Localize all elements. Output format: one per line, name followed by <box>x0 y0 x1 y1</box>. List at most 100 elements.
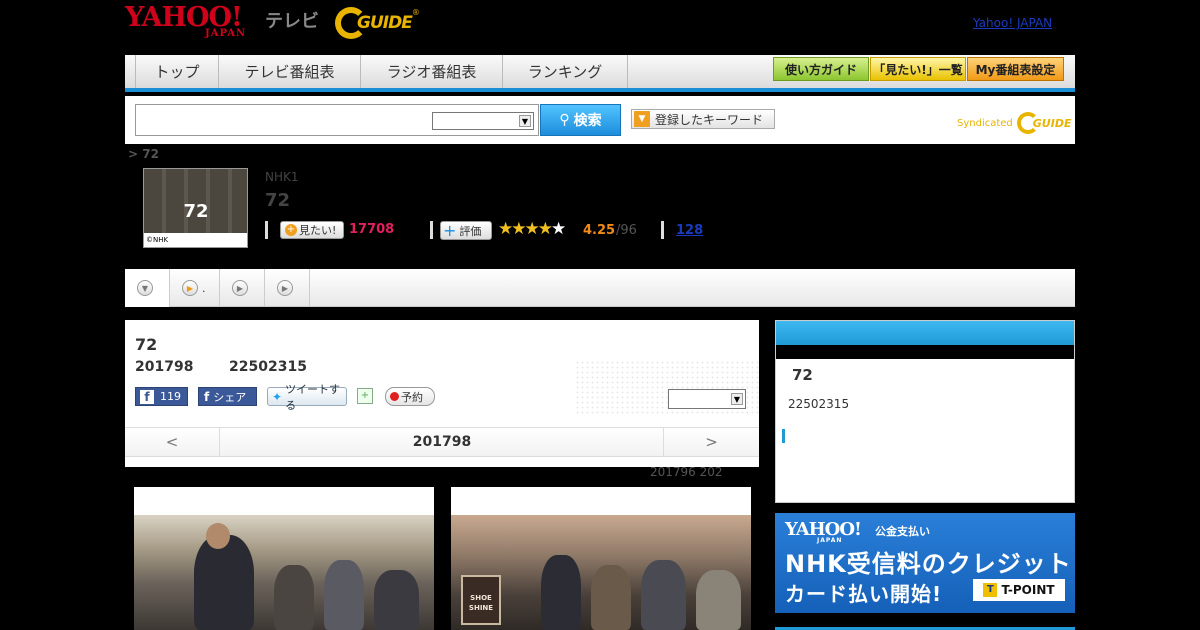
tpoint-icon: T <box>983 583 998 597</box>
related-dates-note: 201796 202 <box>650 465 723 479</box>
play-icon: ▶ <box>232 280 248 296</box>
tweet-label: ツイートする <box>285 382 341 412</box>
bookmark-add-icon[interactable]: + <box>357 388 373 404</box>
tv-label[interactable]: テレビ <box>265 7 319 33</box>
saved-keywords-button[interactable]: ▼ 登録したキーワード <box>631 109 775 129</box>
gguide-registered-mark: ® <box>411 8 420 17</box>
nav-tab-tv-listings[interactable]: テレビ番組表 <box>219 55 361 88</box>
channel-name: NHK1 <box>265 170 299 184</box>
episode-photo-card[interactable] <box>134 487 434 630</box>
review-count-link[interactable]: 128 <box>676 223 703 238</box>
rating-score: 4.25 <box>583 223 616 238</box>
tab-episodes-label: . <box>202 281 206 295</box>
play-icon: ▶ <box>182 280 198 296</box>
twitter-bird-icon: ✦ <box>272 389 283 404</box>
episode-photo <box>134 515 434 630</box>
plus-icon: + <box>285 224 297 236</box>
tab-related[interactable]: ▶ <box>220 269 265 307</box>
photo-figure <box>696 570 741 630</box>
ad-yahoo-japan-subtext: JAPAN <box>817 537 843 544</box>
side-panel-header <box>776 321 1074 345</box>
thumbnail-title: 72 hours <box>167 201 225 247</box>
syndicated-gguide-logo: Syndicated GUIDE <box>957 112 1071 134</box>
facebook-icon: f <box>140 389 154 404</box>
divider <box>430 221 433 239</box>
tab-episodes[interactable]: ▶ . <box>170 269 220 307</box>
empty-star-icon: ★ <box>550 219 566 239</box>
my-listings-settings-button[interactable]: My番組表設定 <box>967 57 1064 81</box>
search-button[interactable]: ⚲ 検索 <box>540 104 621 136</box>
facebook-like-count: 119 <box>160 390 181 403</box>
photo-figure <box>274 565 314 630</box>
program-title: 72 <box>265 190 291 211</box>
facebook-share-button[interactable]: f シェア <box>198 387 257 406</box>
main-nav: トップ テレビ番組表 ラジオ番組表 ランキング 使い方ガイド 「見たい!」一覧 … <box>125 55 1075 92</box>
chevron-down-icon: ▼ <box>137 280 153 296</box>
tab-more[interactable]: ▶ <box>265 269 310 307</box>
episode-photo: SHOE SHINE <box>451 515 751 630</box>
side-panel-marker <box>782 429 785 443</box>
tpoint-badge: T T-POINT <box>973 579 1065 601</box>
side-panel-time: 22502315 <box>788 397 850 411</box>
side-panel-title: 72 <box>792 366 813 384</box>
record-reserve-button[interactable]: 予約 <box>385 387 435 406</box>
syndicated-label: Syndicated <box>957 117 1013 129</box>
nav-tab-top[interactable]: トップ <box>135 55 219 88</box>
current-date: 201798 <box>412 434 472 450</box>
rate-button[interactable]: + 評価 <box>440 221 492 240</box>
photo-figure-head <box>206 523 230 549</box>
ad-subheadline: カード払い開始! <box>785 582 943 606</box>
nav-tab-ranking[interactable]: ランキング <box>503 55 628 88</box>
filled-stars-icon: ★★★★ <box>498 219 553 239</box>
facebook-icon: f <box>204 389 210 404</box>
want-to-watch-button[interactable]: + 見たい! <box>280 221 344 239</box>
next-date-button[interactable]: > <box>663 428 759 456</box>
watchlist-button[interactable]: 「見たい!」一覧 <box>870 57 966 81</box>
tweet-button[interactable]: ✦ ツイートする <box>267 383 347 412</box>
usage-guide-button[interactable]: 使い方ガイド <box>773 57 869 81</box>
episode-date: 201798 <box>135 359 194 375</box>
rating-total: /96 <box>616 223 637 238</box>
gguide-logo[interactable]: GUIDE ® <box>335 6 420 40</box>
shoe-shine-sign: SHOE SHINE <box>461 575 501 625</box>
rate-label: 評価 <box>459 224 482 238</box>
ad-payment-label: 公金支払い <box>875 525 930 538</box>
yahoo-japan-link[interactable]: Yahoo! JAPAN <box>973 16 1052 30</box>
episode-time: 22502315 <box>229 359 307 375</box>
side-panel: 72 22502315 <box>775 320 1075 503</box>
episode-photo-card[interactable]: SHOE SHINE <box>451 487 751 630</box>
episode-select[interactable]: ▼ <box>668 389 746 409</box>
page: YAHOO! JAPAN テレビ GUIDE ® Yahoo! JAPAN トッ… <box>0 0 1200 630</box>
tpoint-label: T-POINT <box>1001 583 1055 597</box>
gguide-logo-text: GUIDE <box>357 13 413 33</box>
photo-figure <box>541 555 581 630</box>
ad-banner[interactable]: YAHOO! JAPAN 公金支払い NHK受信料のクレジット カード払い開始!… <box>775 513 1075 613</box>
divider <box>661 221 664 239</box>
date-navigation: < 201798 > <box>125 427 759 457</box>
search-category-select[interactable]: ▼ <box>432 112 534 130</box>
facebook-like-button[interactable]: f 119 <box>135 387 188 406</box>
episode-title: 72 <box>135 335 158 354</box>
side-panel-divider <box>776 345 1074 359</box>
play-icon: ▶ <box>277 280 293 296</box>
thumbnail-credit: ©NHK <box>144 233 247 247</box>
chevron-down-icon: ▼ <box>519 115 531 127</box>
search-button-label: 検索 <box>573 113 602 129</box>
chevron-down-icon: ▼ <box>731 393 743 405</box>
program-thumbnail[interactable]: 72 hours ©NHK <box>143 168 248 248</box>
photo-figure <box>641 560 686 630</box>
photo-figure <box>324 560 364 630</box>
want-to-watch-label: 見たい! <box>299 224 337 237</box>
previous-date-button[interactable]: < <box>125 428 220 456</box>
want-to-watch-count: 17708 <box>349 222 395 237</box>
search-bar: ▼ ⚲ 検索 ▼ 登録したキーワード Syndicated GUIDE <box>125 96 1075 144</box>
tab-overview[interactable]: ▼ <box>125 269 170 307</box>
record-dot-icon <box>390 392 399 401</box>
plus-icon: + <box>443 220 457 240</box>
syndicated-logo-text: GUIDE <box>1032 116 1072 130</box>
ad-headline: NHK受信料のクレジット <box>785 550 1072 578</box>
nav-tab-radio-listings[interactable]: ラジオ番組表 <box>361 55 503 88</box>
photo-figure <box>591 565 631 630</box>
yahoo-japan-subtext: JAPAN <box>205 28 247 39</box>
photo-figure <box>194 535 254 630</box>
